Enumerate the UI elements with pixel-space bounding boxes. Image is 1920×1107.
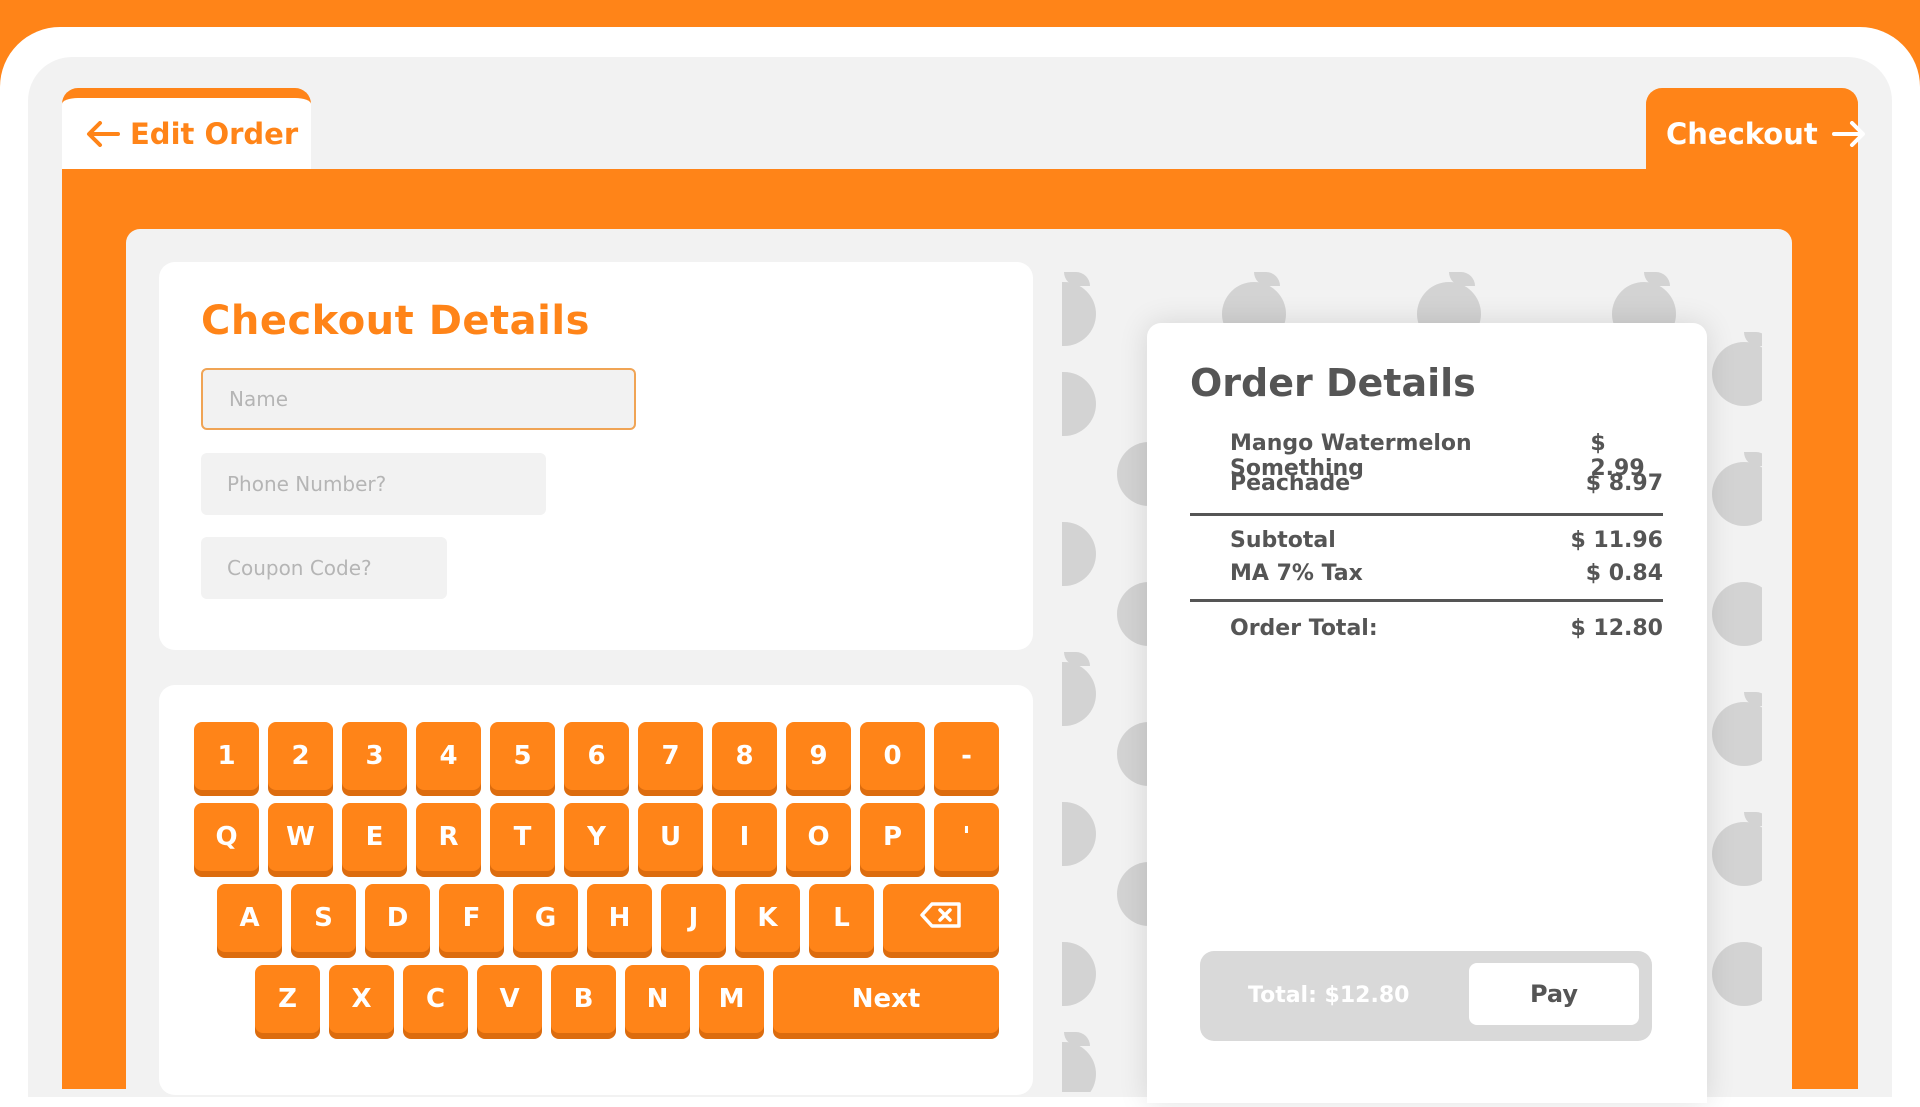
apple-icon	[1062, 942, 1096, 1006]
edit-order-label: Edit Order	[130, 117, 299, 151]
key-h[interactable]: H	[587, 884, 652, 952]
key-9[interactable]: 9	[786, 722, 851, 790]
pay-button[interactable]: Pay	[1469, 963, 1639, 1025]
checkout-tab[interactable]: Checkout	[1646, 88, 1865, 170]
tax-row: MA 7% Tax $ 0.84	[1230, 561, 1663, 586]
apple-icon	[1062, 272, 1096, 346]
key-apostrophe[interactable]: '	[934, 803, 999, 871]
name-input[interactable]	[201, 368, 636, 430]
backspace-icon	[920, 901, 962, 935]
key-3[interactable]: 3	[342, 722, 407, 790]
key-2[interactable]: 2	[268, 722, 333, 790]
checkout-details-title: Checkout Details	[201, 298, 590, 344]
key-e[interactable]: E	[342, 803, 407, 871]
key-5[interactable]: 5	[490, 722, 555, 790]
item-name: Peachade	[1230, 471, 1351, 496]
arrow-right-icon	[1831, 121, 1866, 147]
keyboard-card: 1 2 3 4 5 6 7 8 9 0 - Q W E R T Y U I O …	[159, 685, 1033, 1095]
key-d[interactable]: D	[365, 884, 430, 952]
apple-icon	[1712, 332, 1762, 406]
key-a[interactable]: A	[217, 884, 282, 952]
order-total-row: Order Total: $ 12.80	[1230, 616, 1663, 641]
backspace-key[interactable]	[883, 884, 999, 952]
key-t[interactable]: T	[490, 803, 555, 871]
key-m[interactable]: M	[699, 965, 764, 1033]
subtotal-row: Subtotal $ 11.96	[1230, 528, 1663, 553]
key-v[interactable]: V	[477, 965, 542, 1033]
banana-icon	[1062, 372, 1096, 436]
key-0[interactable]: 0	[860, 722, 925, 790]
key-c[interactable]: C	[403, 965, 468, 1033]
pay-total-text: Total: $12.80	[1248, 983, 1410, 1008]
key-g[interactable]: G	[513, 884, 578, 952]
key-o[interactable]: O	[786, 803, 851, 871]
key-8[interactable]: 8	[712, 722, 777, 790]
key-6[interactable]: 6	[564, 722, 629, 790]
key-hyphen[interactable]: -	[934, 722, 999, 790]
order-details-title: Order Details	[1190, 361, 1476, 405]
pear-icon	[1712, 812, 1762, 886]
coupon-input[interactable]	[201, 537, 447, 599]
item-price: $ 8.97	[1585, 471, 1663, 496]
key-u[interactable]: U	[638, 803, 703, 871]
tax-value: $ 0.84	[1585, 561, 1663, 586]
key-p[interactable]: P	[860, 803, 925, 871]
key-b[interactable]: B	[551, 965, 616, 1033]
key-j[interactable]: J	[661, 884, 726, 952]
order-line-item: Peachade $ 8.97	[1230, 471, 1663, 496]
apple-icon	[1062, 1032, 1096, 1092]
key-l[interactable]: L	[809, 884, 874, 952]
key-f[interactable]: F	[439, 884, 504, 952]
order-total-label: Order Total:	[1230, 616, 1378, 641]
key-z[interactable]: Z	[255, 965, 320, 1033]
checkout-label: Checkout	[1666, 117, 1818, 151]
phone-input[interactable]	[201, 453, 546, 515]
divider	[1190, 599, 1663, 602]
pay-bar: Total: $12.80 Pay	[1200, 951, 1652, 1041]
key-q[interactable]: Q	[194, 803, 259, 871]
key-n[interactable]: N	[625, 965, 690, 1033]
banana-icon	[1062, 802, 1096, 866]
key-s[interactable]: S	[291, 884, 356, 952]
apple-icon	[1062, 522, 1096, 586]
order-receipt: Order Details Mango Watermelon Something…	[1147, 323, 1707, 1103]
key-k[interactable]: K	[735, 884, 800, 952]
next-key[interactable]: Next	[773, 965, 999, 1033]
key-7[interactable]: 7	[638, 722, 703, 790]
subtotal-value: $ 11.96	[1570, 528, 1663, 553]
cherry-icon	[1712, 582, 1762, 646]
key-r[interactable]: R	[416, 803, 481, 871]
order-total-value: $ 12.80	[1570, 616, 1663, 641]
divider	[1190, 513, 1663, 516]
tax-label: MA 7% Tax	[1230, 561, 1363, 586]
key-1[interactable]: 1	[194, 722, 259, 790]
checkout-details-card: Checkout Details	[159, 262, 1033, 650]
pear-icon	[1712, 452, 1762, 526]
apple-icon	[1712, 692, 1762, 766]
arrow-left-icon	[86, 121, 120, 147]
key-i[interactable]: I	[712, 803, 777, 871]
key-x[interactable]: X	[329, 965, 394, 1033]
subtotal-label: Subtotal	[1230, 528, 1336, 553]
cherry-icon	[1712, 942, 1762, 1006]
key-y[interactable]: Y	[564, 803, 629, 871]
key-w[interactable]: W	[268, 803, 333, 871]
apple-icon	[1062, 652, 1096, 726]
edit-order-tab[interactable]: Edit Order	[62, 88, 311, 170]
key-4[interactable]: 4	[416, 722, 481, 790]
